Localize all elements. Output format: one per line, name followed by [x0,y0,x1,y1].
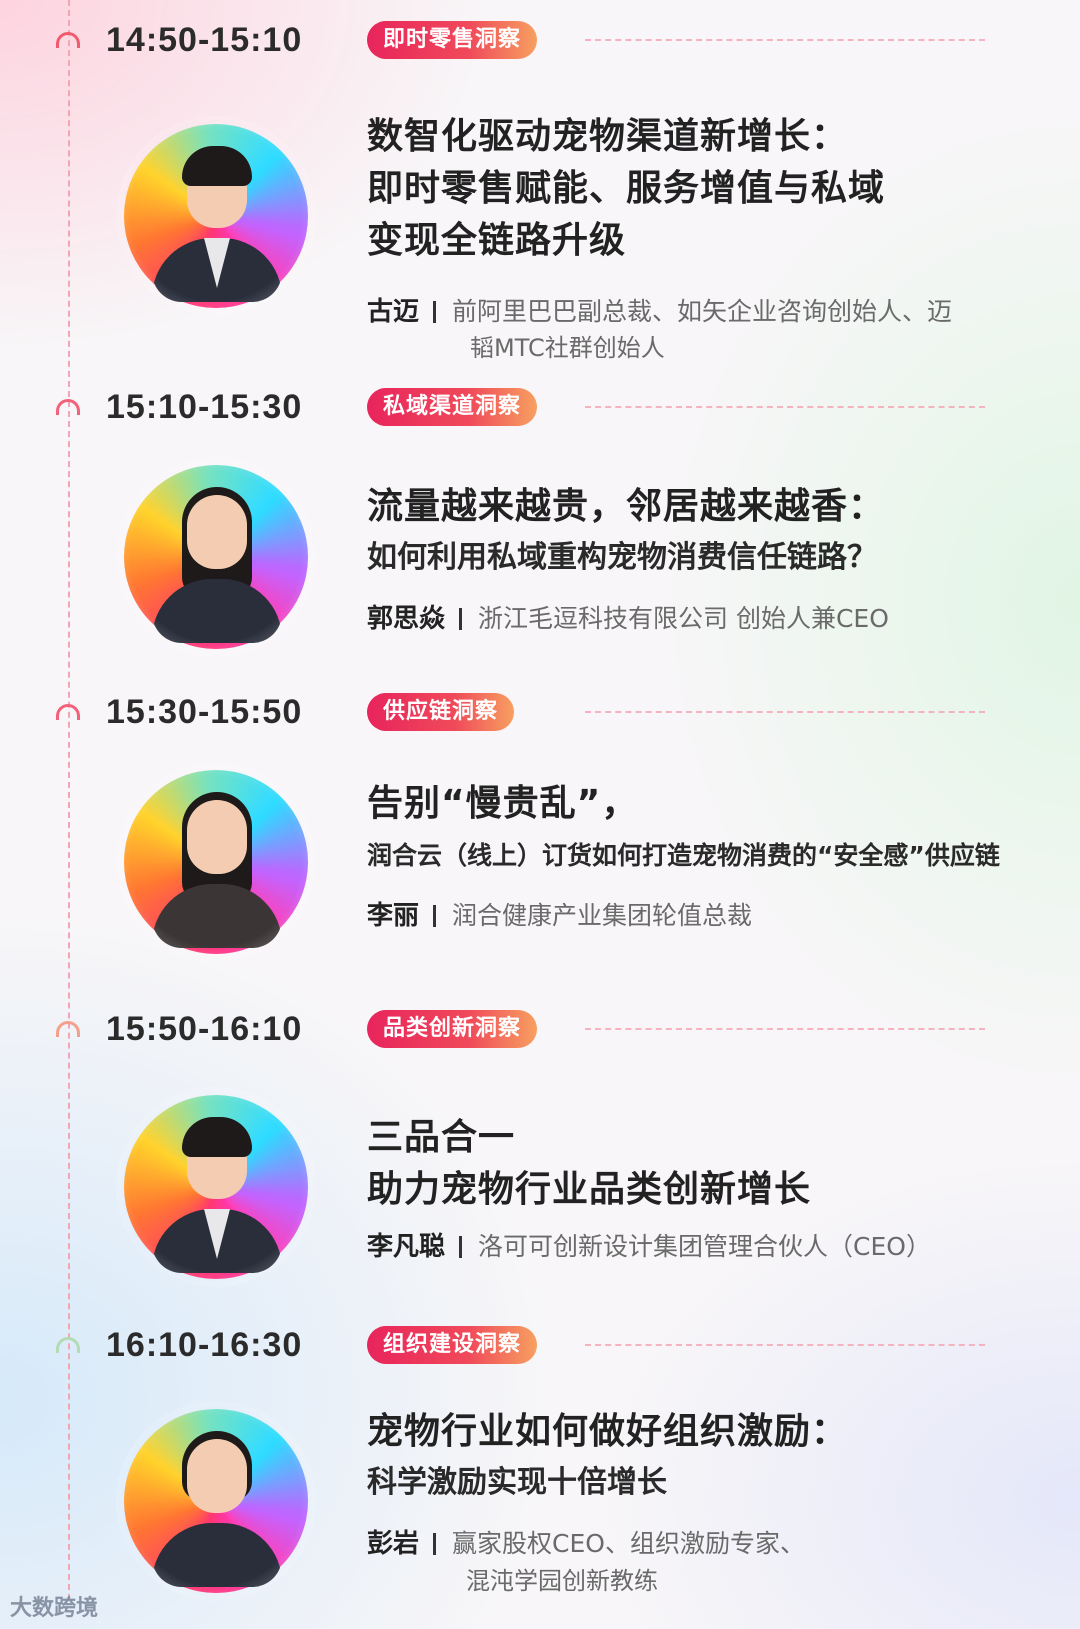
separator [459,608,463,630]
divider [585,39,985,41]
separator [459,1236,463,1258]
talk-title: 宠物行业如何做好组织激励： [367,1411,849,1452]
speaker-photo [152,142,282,302]
timeline-marker-icon [56,399,80,415]
divider [585,711,985,713]
speaker-line: 李凡聪 洛可可创新设计集团管理合伙人（CEO） [367,1229,931,1265]
speaker-role: 浙江毛逗科技有限公司 创始人兼CEO [478,604,889,633]
session-time: 15:10-15:30 [106,388,303,426]
talk-title-line-1: 数智化驱动宠物渠道新增长： [367,116,849,157]
topic-tag: 私域渠道洞察 [367,388,538,426]
speaker-line: 李丽 润合健康产业集团轮值总裁 [367,898,752,934]
session-header: 15:30-15:50 供应链洞察 [0,690,1080,734]
separator [433,301,437,323]
session-time: 15:50-16:10 [106,1010,303,1048]
divider [585,1028,985,1030]
session-header: 16:10-16:30 组织建设洞察 [0,1323,1080,1367]
session-header: 14:50-15:10 即时零售洞察 [0,18,1080,62]
speaker-name: 彭岩 [367,1529,420,1559]
speaker-photo [152,788,282,948]
avatar [116,1087,316,1287]
talk-title-line-2: 助力宠物行业品类创新增长 [367,1169,812,1210]
topic-tag: 即时零售洞察 [367,21,538,59]
timeline-marker-icon [56,704,80,720]
avatar [116,1401,316,1601]
separator [433,905,437,927]
speaker-line: 郭思焱 浙江毛逗科技有限公司 创始人兼CEO [367,601,889,637]
topic-tag: 供应链洞察 [367,693,515,731]
speaker-line: 古迈 前阿里巴巴副总裁、如矢企业咨询创始人、迈 [367,294,952,330]
talk-subtitle: 润合云（线上）订货如何打造宠物消费的“安全感”供应链 [367,841,1000,870]
session-header: 15:10-15:30 私域渠道洞察 [0,385,1080,429]
speaker-role-cont: 韬MTC社群创始人 [470,334,665,362]
speaker-photo [152,483,282,643]
speaker-role-cont: 混沌学园创新教练 [466,1567,658,1595]
speaker-role: 赢家股权CEO、组织激励专家、 [452,1529,805,1558]
avatar [116,116,316,316]
session-time: 15:30-15:50 [106,693,303,731]
avatar [116,457,316,657]
talk-title: 告别“慢贵乱”， [367,783,639,824]
timeline-marker-icon [56,1021,80,1037]
divider [585,1344,985,1346]
watermark: 大数跨境 [10,1596,99,1621]
talk-title-line-1: 三品合一 [367,1117,516,1158]
speaker-role: 润合健康产业集团轮值总裁 [452,901,753,930]
topic-tag: 品类创新洞察 [367,1010,538,1048]
speaker-photo [152,1113,282,1273]
speaker-name: 李丽 [367,901,420,931]
talk-title-line-3: 变现全链路升级 [367,220,627,261]
speaker-name: 古迈 [367,297,420,327]
session-time: 16:10-16:30 [106,1326,303,1364]
speaker-photo [152,1427,282,1587]
speaker-name: 郭思焱 [367,604,446,634]
session-time: 14:50-15:10 [106,21,303,59]
talk-subtitle: 科学激励实现十倍增长 [367,1465,667,1500]
speaker-line: 彭岩 赢家股权CEO、组织激励专家、 [367,1526,805,1562]
speaker-role: 洛可可创新设计集团管理合伙人（CEO） [478,1232,931,1261]
talk-title: 流量越来越贵，邻居越来越香： [367,486,886,527]
talk-title-line-2: 即时零售赋能、服务增值与私域 [367,168,886,209]
talk-subtitle: 如何利用私域重构宠物消费信任链路？ [367,540,877,575]
speaker-name: 李凡聪 [367,1232,446,1262]
avatar [116,762,316,962]
session-header: 15:50-16:10 品类创新洞察 [0,1007,1080,1051]
timeline-marker-icon [56,1337,80,1353]
topic-tag: 组织建设洞察 [367,1326,538,1364]
separator [433,1533,437,1555]
speaker-role: 前阿里巴巴副总裁、如矢企业咨询创始人、迈 [452,297,953,326]
divider [585,406,985,408]
timeline-marker-icon [56,32,80,48]
